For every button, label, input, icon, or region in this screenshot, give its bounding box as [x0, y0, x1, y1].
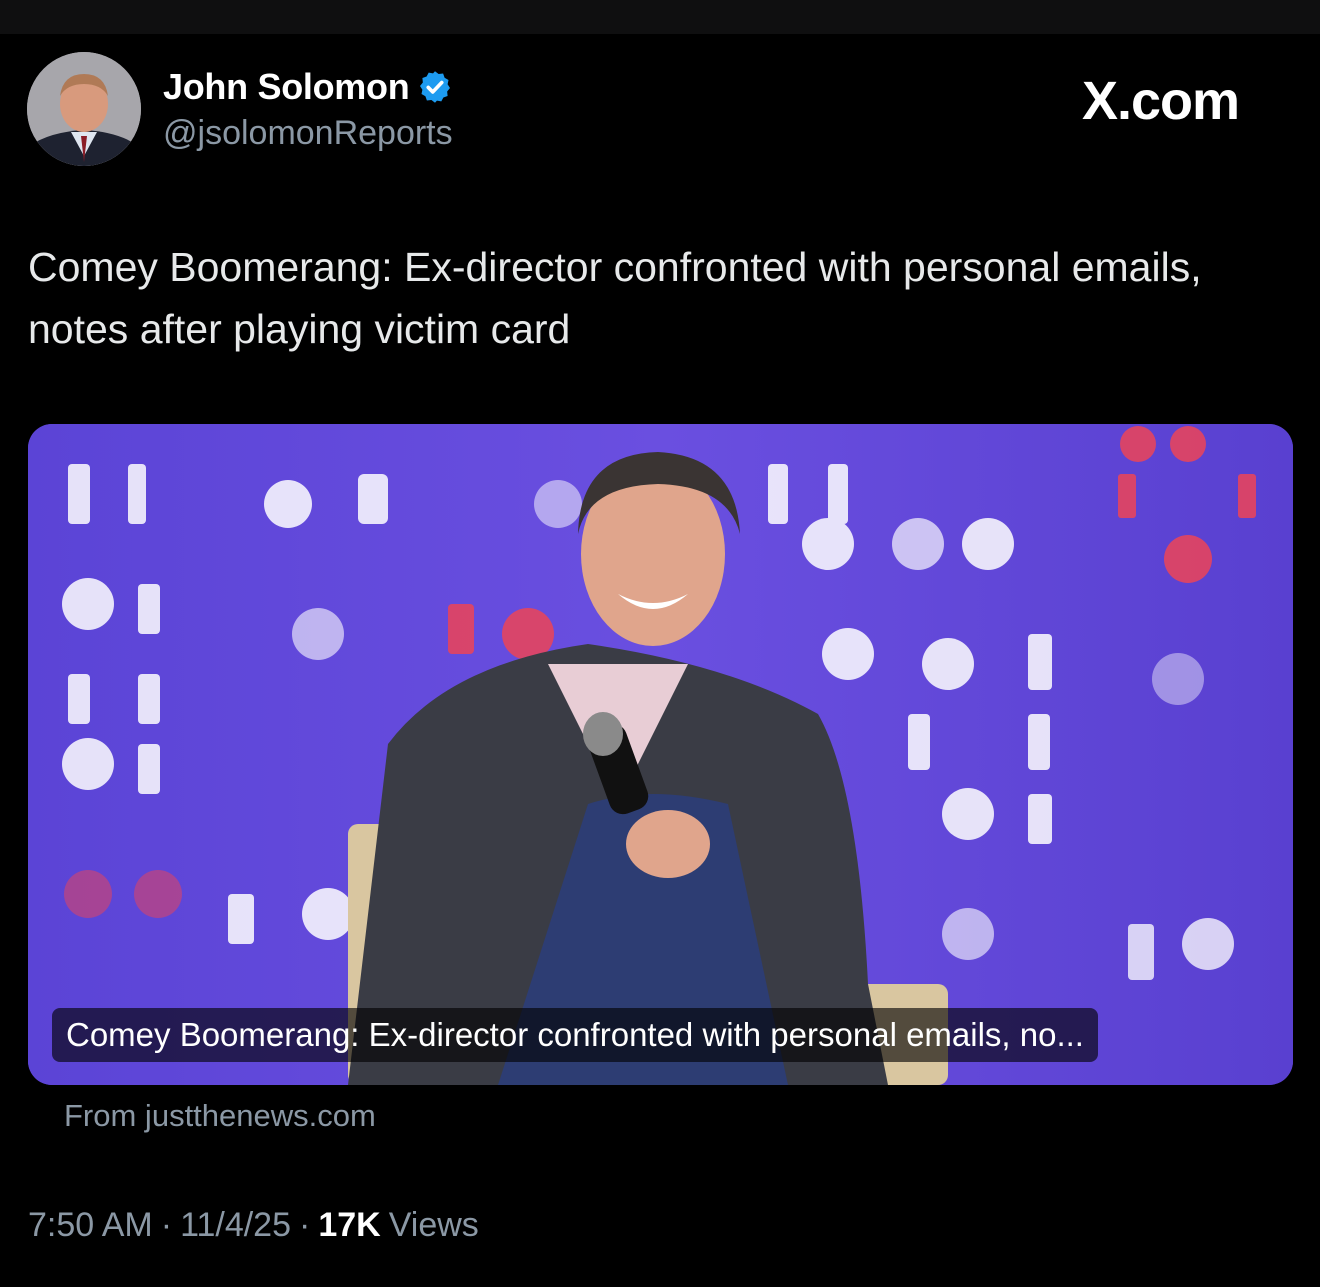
card-caption: Comey Boomerang: Ex-director confronted … [52, 1008, 1098, 1062]
card-source[interactable]: From justthenews.com [64, 1098, 376, 1134]
tweet-date[interactable]: 11/4/25 [180, 1206, 291, 1245]
author-handle[interactable]: @jsolomonReports [163, 114, 453, 153]
views-count: 17K [318, 1206, 381, 1244]
meta-separator: · [299, 1206, 311, 1244]
tweet-time[interactable]: 7:50 AM [28, 1206, 153, 1245]
speaker-on-stage-photo [28, 424, 1293, 1085]
x-com-logo: X.com [1082, 71, 1240, 131]
author-name[interactable]: John Solomon [163, 66, 410, 108]
link-card[interactable]: Comey Boomerang: Ex-director confronted … [28, 424, 1293, 1085]
verified-badge-icon [420, 71, 451, 103]
avatar[interactable] [27, 52, 141, 166]
author-name-row: John Solomon [163, 66, 453, 108]
avatar-photo-icon [27, 52, 141, 166]
views-label: Views [388, 1206, 479, 1244]
meta-separator: · [160, 1206, 173, 1244]
top-bar [0, 0, 1320, 34]
tweet-meta: 7:50 AM · 11/4/25 · 17K Views [28, 1206, 479, 1245]
tweet-text: Comey Boomerang: Ex-director confronted … [28, 244, 1202, 352]
